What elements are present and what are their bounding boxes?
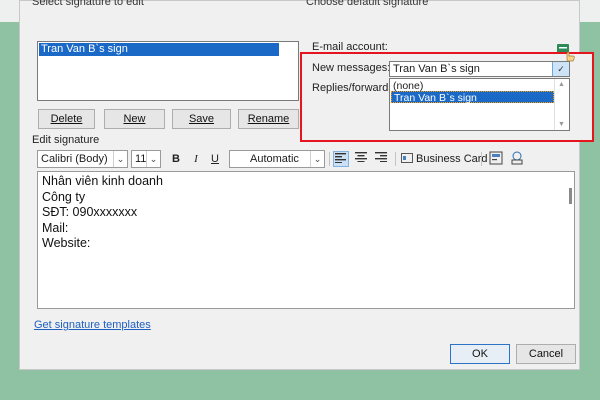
new-messages-select[interactable]: Tran Van B`s sign ✓ (389, 61, 570, 77)
dropdown-option-selected[interactable]: Tran Van B`s sign (391, 91, 554, 104)
new-button[interactable]: New (104, 109, 165, 129)
signature-line: Nhân viên kinh doanh (42, 174, 163, 188)
default-signature-panel: New messages: Tran Van B`s sign ✓ Replie… (300, 50, 594, 142)
select-signature-label: Select signature to edit (32, 0, 144, 8)
insert-hyperlink-icon[interactable] (509, 151, 525, 167)
ok-button[interactable]: OK (450, 344, 510, 364)
business-card-icon (401, 153, 413, 163)
choose-default-label: Choose default signature (306, 0, 429, 8)
chevron-down-icon: ⌄ (146, 151, 160, 167)
edit-signature-label: Edit signature (32, 134, 100, 146)
signature-list-item[interactable]: Tran Van B`s sign (39, 43, 279, 56)
align-left-icon[interactable] (333, 151, 349, 167)
get-templates-link[interactable]: Get signature templates (34, 319, 151, 331)
scroll-up-icon[interactable]: ▲ (558, 81, 565, 88)
underline-button[interactable]: U (207, 151, 223, 167)
business-card-button[interactable]: Business Card (401, 151, 488, 167)
cursor-icon (564, 50, 576, 62)
italic-button[interactable]: I (188, 151, 204, 167)
toolbar-divider (481, 152, 482, 166)
toolbar-divider (395, 152, 396, 166)
rename-button[interactable]: Rename (238, 109, 299, 129)
chevron-down-icon: ⌄ (113, 151, 127, 167)
signature-text: Nhân viên kinh doanh Công ty SĐT: 090xxx… (42, 174, 163, 252)
save-button[interactable]: Save (172, 109, 231, 129)
replies-forwards-label: Replies/forwards: (312, 82, 397, 94)
background-bottom (0, 370, 600, 400)
scroll-down-icon[interactable]: ▼ (558, 121, 565, 128)
chevron-down-icon[interactable]: ✓ (552, 62, 569, 76)
signature-line: SĐT: 090xxxxxxx (42, 205, 138, 219)
signature-line: Website: (42, 236, 91, 250)
signature-editor[interactable]: Nhân viên kinh doanh Công ty SĐT: 090xxx… (37, 171, 575, 309)
font-size-select[interactable]: 11 ⌄ (131, 150, 161, 168)
dropdown-scrollbar[interactable]: ▲ ▼ (554, 79, 569, 130)
new-messages-label: New messages: (312, 62, 391, 74)
cancel-button[interactable]: Cancel (516, 344, 576, 364)
chevron-down-icon: ⌄ (310, 151, 324, 167)
align-center-icon[interactable] (353, 151, 369, 167)
editor-scrollbar[interactable] (569, 188, 572, 204)
bold-button[interactable]: B (168, 151, 184, 167)
replies-dropdown-list[interactable]: (none) Tran Van B`s sign ▲ ▼ (389, 78, 570, 131)
signature-line: Mail: (42, 220, 69, 235)
insert-picture-icon[interactable] (488, 151, 504, 167)
toolbar-divider (329, 152, 330, 166)
signature-line: Công ty (42, 189, 86, 204)
font-select[interactable]: Calibri (Body) ⌄ (37, 150, 128, 168)
font-color-select[interactable]: Automatic ⌄ (229, 150, 325, 168)
align-right-icon[interactable] (373, 151, 389, 167)
delete-button[interactable]: Delete (38, 109, 95, 129)
signature-list[interactable]: Tran Van B`s sign (37, 41, 299, 101)
